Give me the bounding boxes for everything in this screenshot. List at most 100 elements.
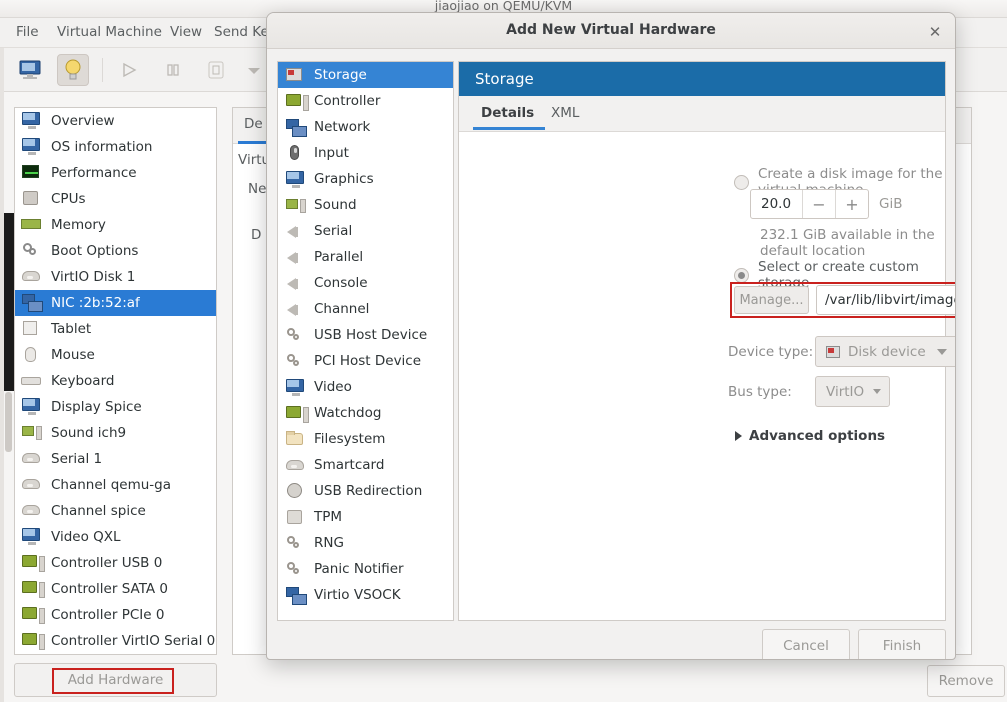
show-details-icon[interactable] bbox=[57, 54, 89, 86]
device-item-serial[interactable]: Serial bbox=[278, 218, 453, 244]
close-icon[interactable]: ✕ bbox=[925, 22, 945, 42]
device-item-graphics[interactable]: Graphics bbox=[278, 166, 453, 192]
sidebar-item-label: Channel qemu-ga bbox=[51, 477, 172, 493]
device-item-network[interactable]: Network bbox=[278, 114, 453, 140]
detail-field-device: D bbox=[251, 227, 262, 243]
menu-file[interactable]: File bbox=[14, 24, 41, 40]
sidebar-item[interactable]: Mouse bbox=[15, 342, 216, 368]
device-item-label: USB Host Device bbox=[314, 327, 428, 343]
keyboard-icon bbox=[21, 371, 43, 391]
remove-button[interactable]: Remove bbox=[927, 665, 1005, 697]
device-category-list[interactable]: Storage Controller Network Input Graphic… bbox=[277, 61, 454, 621]
sidebar-item[interactable]: Overview bbox=[15, 108, 216, 134]
usb-icon bbox=[285, 534, 305, 552]
disk-size-spinner[interactable]: 20.0 − + bbox=[750, 189, 869, 219]
device-type-combo[interactable]: Disk device bbox=[815, 336, 955, 367]
device-item-usb-redirection[interactable]: USB Redirection bbox=[278, 478, 453, 504]
storage-path-input[interactable]: /var/lib/libvirt/images/hello.qcow2 bbox=[816, 285, 955, 315]
memory-icon bbox=[21, 215, 43, 235]
device-item-controller[interactable]: Controller bbox=[278, 88, 453, 114]
sidebar-item[interactable]: Controller SATA 0 bbox=[15, 576, 216, 602]
sidebar-item[interactable]: Channel spice bbox=[15, 498, 216, 524]
finish-button[interactable]: Finish bbox=[858, 629, 946, 659]
device-item-watchdog[interactable]: Watchdog bbox=[278, 400, 453, 426]
radio-selected-icon bbox=[734, 267, 749, 283]
advanced-options-expander[interactable]: Advanced options bbox=[735, 428, 885, 444]
run-icon[interactable] bbox=[113, 54, 145, 86]
chevron-down-icon bbox=[937, 348, 947, 355]
device-item-rng[interactable]: RNG bbox=[278, 530, 453, 556]
usb-redirect-icon bbox=[285, 482, 305, 500]
shutdown-icon[interactable] bbox=[200, 54, 232, 86]
dialog-title: Add New Virtual Hardware bbox=[506, 22, 716, 38]
speaker-icon bbox=[285, 300, 305, 318]
bus-type-value: VirtIO bbox=[826, 383, 865, 400]
channel-icon bbox=[21, 475, 43, 495]
device-item-panic-notifier[interactable]: Panic Notifier bbox=[278, 556, 453, 582]
sidebar-item[interactable]: Keyboard bbox=[15, 368, 216, 394]
device-item-usb-host-device[interactable]: USB Host Device bbox=[278, 322, 453, 348]
vm-hardware-list[interactable]: Overview OS information Performance CPUs… bbox=[14, 107, 217, 655]
sidebar-item-nic[interactable]: NIC :2b:52:af bbox=[15, 290, 216, 316]
sidebar-item[interactable]: CPUs bbox=[15, 186, 216, 212]
increment-button[interactable]: + bbox=[835, 190, 868, 218]
sidebar-item[interactable]: Controller PCIe 0 bbox=[15, 602, 216, 628]
sidebar-item[interactable]: Boot Options bbox=[15, 238, 216, 264]
show-console-icon[interactable] bbox=[14, 54, 46, 86]
sidebar-item[interactable]: Sound ich9 bbox=[15, 420, 216, 446]
device-item-parallel[interactable]: Parallel bbox=[278, 244, 453, 270]
device-item-video[interactable]: Video bbox=[278, 374, 453, 400]
device-item-tpm[interactable]: TPM bbox=[278, 504, 453, 530]
sidebar-item[interactable]: Channel qemu-ga bbox=[15, 472, 216, 498]
sidebar-item[interactable]: Controller USB 0 bbox=[15, 550, 216, 576]
sidebar-scrollbar[interactable] bbox=[5, 392, 12, 452]
display-icon bbox=[285, 170, 305, 188]
add-hardware-button[interactable]: Add Hardware bbox=[14, 663, 217, 697]
device-item-virtio-vsock[interactable]: Virtio VSOCK bbox=[278, 582, 453, 608]
device-item-smartcard[interactable]: Smartcard bbox=[278, 452, 453, 478]
device-item-storage[interactable]: Storage bbox=[278, 62, 453, 88]
network-icon bbox=[285, 586, 307, 605]
device-item-pci-host-device[interactable]: PCI Host Device bbox=[278, 348, 453, 374]
cancel-button[interactable]: Cancel bbox=[762, 629, 850, 659]
sidebar-item[interactable]: Display Spice bbox=[15, 394, 216, 420]
sidebar-item[interactable]: Performance bbox=[15, 160, 216, 186]
manage-button[interactable]: Manage... bbox=[734, 286, 809, 314]
device-item-channel[interactable]: Channel bbox=[278, 296, 453, 322]
controller-icon bbox=[21, 631, 45, 651]
tab-details[interactable]: Details bbox=[481, 105, 534, 121]
sidebar-item[interactable]: Video QXL bbox=[15, 524, 216, 550]
device-item-label: PCI Host Device bbox=[314, 353, 422, 369]
device-item-label: Watchdog bbox=[314, 405, 382, 421]
sidebar-item[interactable]: OS information bbox=[15, 134, 216, 160]
device-item-console[interactable]: Console bbox=[278, 270, 453, 296]
tab-details-partial[interactable]: De bbox=[244, 116, 263, 132]
speaker-icon bbox=[285, 222, 305, 240]
menu-virtual-machine[interactable]: Virtual Machine bbox=[55, 24, 164, 40]
bus-type-combo[interactable]: VirtIO bbox=[815, 376, 890, 407]
add-hardware-dialog: Add New Virtual Hardware ✕ Storage Contr… bbox=[266, 12, 956, 660]
decrement-button[interactable]: − bbox=[802, 190, 835, 218]
sidebar-item-label: Tablet bbox=[51, 321, 92, 337]
input-icon bbox=[285, 144, 305, 162]
network-icon bbox=[21, 293, 43, 313]
sidebar-item[interactable]: Serial 1 bbox=[15, 446, 216, 472]
bus-type-label: Bus type: bbox=[728, 384, 792, 400]
panel-header: Storage bbox=[459, 62, 945, 96]
pause-icon[interactable] bbox=[157, 54, 189, 86]
menu-view[interactable]: View bbox=[168, 24, 204, 40]
device-item-label: Parallel bbox=[314, 249, 364, 265]
sidebar-item[interactable]: Controller VirtIO Serial 0 bbox=[15, 628, 216, 654]
sidebar-item-label: Sound ich9 bbox=[51, 425, 127, 441]
tab-xml[interactable]: XML bbox=[551, 105, 579, 121]
sidebar-item[interactable]: Memory bbox=[15, 212, 216, 238]
sidebar-item[interactable]: VirtIO Disk 1 bbox=[15, 264, 216, 290]
menu-send-key[interactable]: Send Ke bbox=[212, 24, 271, 40]
device-item-label: Storage bbox=[314, 67, 367, 83]
device-type-label: Device type: bbox=[728, 344, 814, 360]
device-item-sound[interactable]: Sound bbox=[278, 192, 453, 218]
device-item-filesystem[interactable]: Filesystem bbox=[278, 426, 453, 452]
disk-size-value[interactable]: 20.0 bbox=[751, 196, 802, 212]
sidebar-item[interactable]: Tablet bbox=[15, 316, 216, 342]
device-item-input[interactable]: Input bbox=[278, 140, 453, 166]
